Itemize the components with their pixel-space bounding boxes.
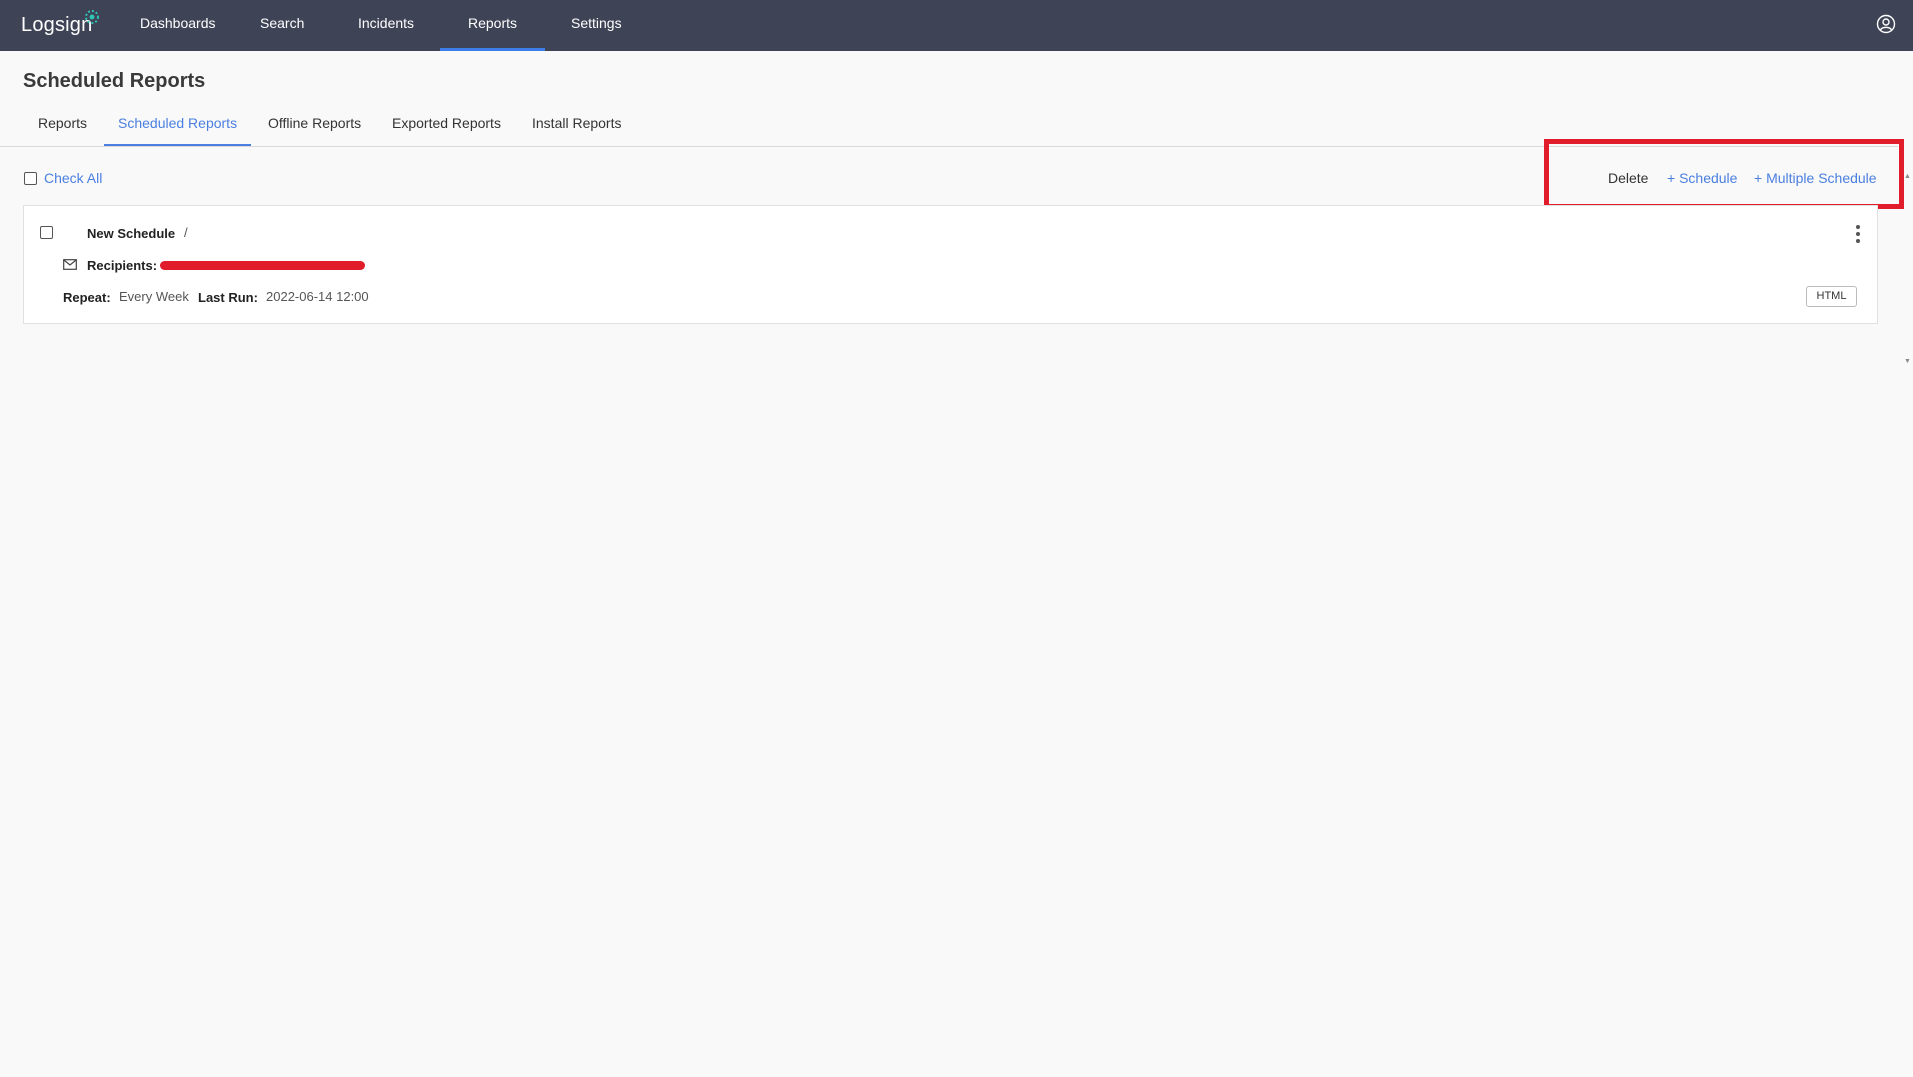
nav-dashboards[interactable]: Dashboards xyxy=(140,15,216,31)
nav-incidents[interactable]: Incidents xyxy=(358,15,414,31)
tab-offline-reports[interactable]: Offline Reports xyxy=(268,115,361,131)
logo-mark-icon xyxy=(85,10,99,24)
repeat-label: Repeat: xyxy=(63,290,111,305)
nav-search[interactable]: Search xyxy=(260,15,304,31)
recipients-redacted xyxy=(160,261,365,270)
delete-button[interactable]: Delete xyxy=(1608,170,1648,186)
tab-exported-reports[interactable]: Exported Reports xyxy=(392,115,501,131)
page-title: Scheduled Reports xyxy=(23,70,206,92)
tab-install-reports[interactable]: Install Reports xyxy=(532,115,621,131)
check-all-label[interactable]: Check All xyxy=(44,170,102,186)
tab-scheduled-reports[interactable]: Scheduled Reports xyxy=(118,115,237,131)
schedule-name[interactable]: New Schedule xyxy=(87,226,175,241)
nav-settings[interactable]: Settings xyxy=(571,15,622,31)
scrollbar-up-arrow[interactable]: ▲ xyxy=(1904,173,1911,180)
top-navbar: Logsign Dashboards Search Incidents Repo… xyxy=(0,0,1913,51)
repeat-value: Every Week xyxy=(119,289,189,304)
nav-reports[interactable]: Reports xyxy=(468,15,517,31)
scrollbar-down-arrow[interactable]: ▼ xyxy=(1904,358,1911,365)
schedule-checkbox[interactable] xyxy=(40,226,53,239)
logsign-logo[interactable]: Logsign xyxy=(21,14,92,37)
add-schedule-button[interactable]: + Schedule xyxy=(1667,170,1737,186)
last-run-label: Last Run: xyxy=(198,290,258,305)
more-options-icon[interactable] xyxy=(1855,225,1861,245)
recipients-label: Recipients: xyxy=(87,258,158,273)
last-run-value: 2022-06-14 12:00 xyxy=(266,289,369,304)
schedule-separator: / xyxy=(184,225,188,240)
tab-reports[interactable]: Reports xyxy=(38,115,87,131)
format-badge: HTML xyxy=(1806,286,1857,307)
mail-icon xyxy=(63,259,77,270)
nav-active-indicator xyxy=(440,48,545,51)
add-multiple-schedule-button[interactable]: + Multiple Schedule xyxy=(1754,170,1877,186)
user-circle-icon[interactable] xyxy=(1876,14,1896,34)
check-all-checkbox[interactable] xyxy=(24,172,37,185)
